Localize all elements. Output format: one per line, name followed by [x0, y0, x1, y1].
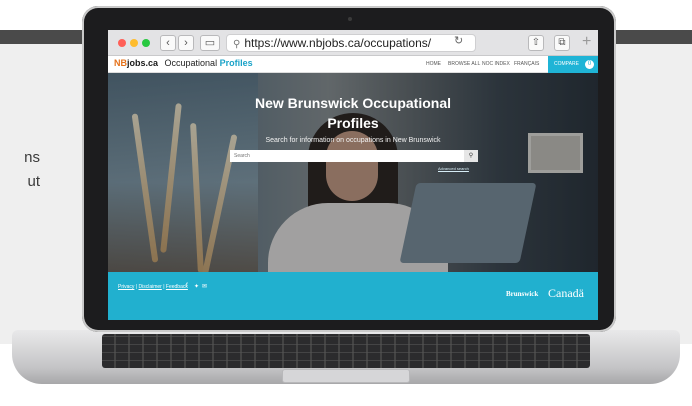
sidebar-icon[interactable]: ▭ — [200, 35, 220, 51]
stage: ns ut ‹ › ▭ ⚲ https://www.nbjobs.ca/occup… — [0, 0, 692, 406]
camera-icon — [348, 17, 352, 21]
maximize-window-icon[interactable] — [142, 39, 150, 47]
compare-button[interactable]: COMPARE 0 — [548, 56, 598, 73]
compare-label: COMPARE — [554, 61, 579, 67]
logo-domain: jobs.ca — [127, 58, 159, 68]
hero-title: New Brunswick Occupational Profiles — [208, 93, 498, 133]
site-header: NBjobs.ca Occupational Profiles HOME BRO… — [108, 56, 598, 73]
side-text: ns ut — [0, 146, 40, 194]
nav-home[interactable]: HOME — [426, 61, 441, 67]
compare-count: 0 — [585, 60, 594, 69]
share-icon[interactable]: ⇧ — [528, 35, 544, 51]
new-tab-icon[interactable]: + — [582, 33, 591, 51]
side-text-line-1: ns — [24, 149, 40, 166]
minimize-window-icon[interactable] — [130, 39, 138, 47]
privacy-link[interactable]: Privacy — [118, 284, 134, 290]
laptop-screen: ‹ › ▭ ⚲ https://www.nbjobs.ca/occupations… — [108, 30, 598, 320]
side-text-line-2: ut — [27, 173, 40, 190]
site-logo[interactable]: NBjobs.ca Occupational Profiles — [114, 58, 253, 68]
logo-profiles: Profiles — [219, 58, 253, 68]
feedback-link[interactable]: Feedback — [166, 284, 188, 290]
laptop-trackpad — [282, 369, 410, 383]
search-icon: ⚲ — [233, 39, 241, 50]
hero-banner: New Brunswick Occupational Profiles Sear… — [108, 73, 598, 272]
tabs-icon[interactable]: ⧉ — [554, 35, 570, 51]
brunswick-wordmark: Brunswick — [506, 290, 539, 298]
logo-occupational: Occupational — [164, 58, 218, 68]
back-icon[interactable]: ‹ — [160, 35, 176, 51]
nav-noc-index[interactable]: NOC INDEX — [482, 61, 510, 67]
close-window-icon[interactable] — [118, 39, 126, 47]
nav-francais[interactable]: FRANÇAIS — [514, 61, 539, 67]
twitter-icon[interactable]: ✦ — [194, 283, 199, 290]
advanced-search-link[interactable]: Advanced search — [438, 166, 469, 171]
refresh-icon[interactable]: ↻ — [454, 34, 463, 47]
search-input[interactable] — [230, 150, 466, 162]
search-button[interactable]: ⚲ — [464, 150, 478, 162]
keyboard-rows — [102, 334, 590, 368]
search-icon: ⚲ — [468, 153, 474, 159]
facebook-icon[interactable]: f — [186, 283, 188, 289]
hero-title-line-2: Profiles — [327, 115, 379, 131]
footer-links: Privacy | Disclaimer | Feedback — [118, 284, 188, 290]
hero-subtitle: Search for information on occupations in… — [265, 137, 441, 144]
nav-browse-all[interactable]: BROWSE ALL — [448, 61, 480, 67]
site-footer: Privacy | Disclaimer | Feedback f ✦ ✉ Br… — [108, 272, 598, 320]
forward-icon[interactable]: › — [178, 35, 194, 51]
email-icon[interactable]: ✉ — [202, 283, 207, 290]
browser-toolbar: ‹ › ▭ ⚲ https://www.nbjobs.ca/occupations… — [108, 30, 598, 56]
url-text: https://www.nbjobs.ca/occupations/ — [244, 36, 432, 50]
logo-prefix: NB — [114, 58, 127, 68]
disclaimer-link[interactable]: Disclaimer — [138, 284, 161, 290]
canada-wordmark: Canadä — [548, 286, 584, 300]
hero-title-line-1: New Brunswick Occupational — [254, 95, 452, 111]
address-bar[interactable]: ⚲ https://www.nbjobs.ca/occupations/ — [226, 34, 476, 52]
